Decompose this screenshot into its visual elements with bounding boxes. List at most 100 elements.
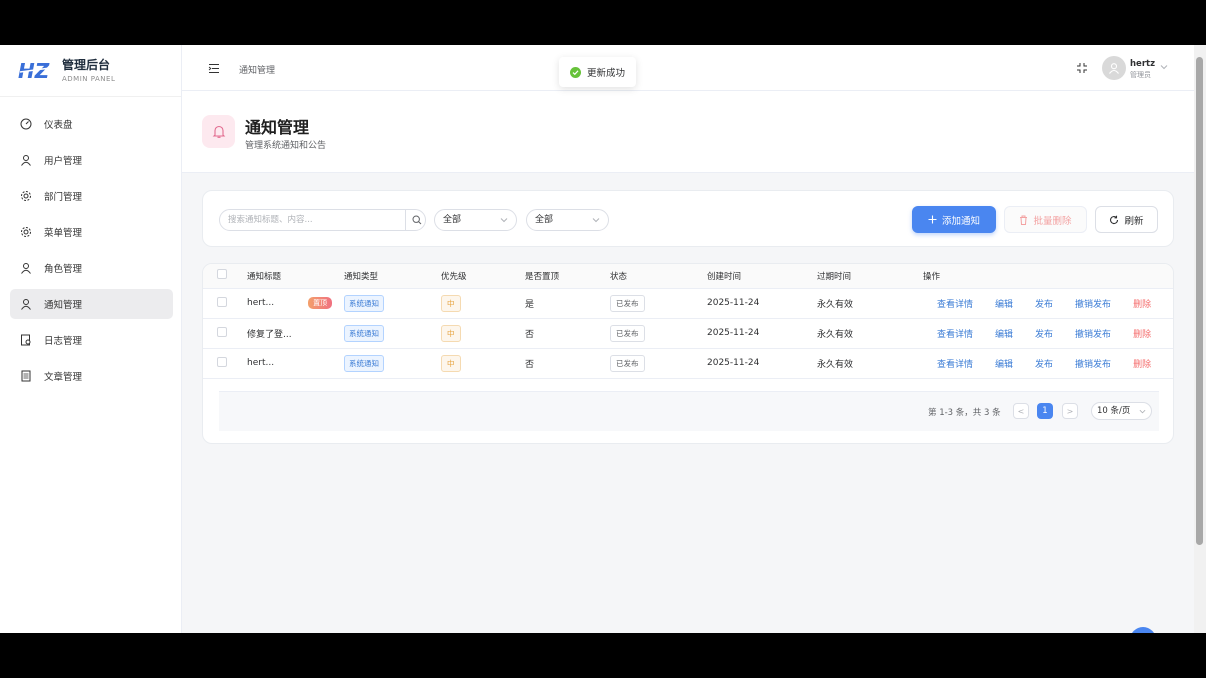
notification-title[interactable]: hert...	[247, 358, 274, 368]
delete-link[interactable]: 删除	[1133, 327, 1151, 340]
status-tag: 已发布	[610, 324, 645, 342]
row-checkbox[interactable]	[217, 326, 227, 337]
check-circle-icon	[570, 66, 581, 78]
column-header[interactable]: 创建时间	[707, 264, 817, 289]
row-checkbox[interactable]	[217, 356, 227, 367]
column-header[interactable]: 通知类型	[344, 264, 441, 289]
page-scrollbar[interactable]	[1194, 45, 1206, 633]
next-page-button[interactable]: >	[1062, 403, 1078, 419]
gear-icon	[20, 226, 32, 238]
hz-logo: HZ	[18, 60, 51, 82]
unpublish-link[interactable]: 撤销发布	[1075, 297, 1111, 310]
view-details-link[interactable]: 查看详情	[937, 357, 973, 370]
sidebar-item-notifications[interactable]: 通知管理	[10, 289, 173, 319]
pinned-value: 否	[525, 348, 610, 379]
created-time: 2025-11-24	[707, 318, 817, 349]
edit-link[interactable]: 编辑	[995, 357, 1013, 370]
column-header[interactable]: 过期时间	[817, 264, 923, 289]
dashboard-icon	[20, 118, 32, 130]
status-filter-value: 全部	[535, 215, 554, 225]
user-icon	[20, 154, 32, 166]
select-all-checkbox[interactable]	[217, 269, 227, 280]
edit-link[interactable]: 编辑	[995, 327, 1013, 340]
unpublish-link[interactable]: 撤销发布	[1075, 357, 1111, 370]
sidebar: HZ 管理后台 ADMIN PANEL 仪表盘 用户管理 部门管理 菜单管理 角…	[0, 45, 182, 633]
notification-title[interactable]: 修复了登...	[247, 330, 292, 340]
type-tag: 系统通知	[344, 354, 384, 372]
type-filter-value: 全部	[443, 215, 462, 225]
user-icon	[20, 298, 32, 310]
edit-link[interactable]: 编辑	[995, 297, 1013, 310]
table-header-row: 通知标题 通知类型 优先级 是否置顶 状态 创建时间 过期时间 操作	[203, 264, 1173, 289]
menu-collapse-icon[interactable]	[208, 63, 220, 74]
sidebar-item-menus[interactable]: 菜单管理	[10, 217, 173, 247]
table-row: 修复了登... 系统通知 中 否 已发布 2025-11-24 永久有效 查看详…	[203, 318, 1173, 349]
sidebar-menu: 仪表盘 用户管理 部门管理 菜单管理 角色管理 通知管理 日志管理 文章管理	[0, 97, 181, 391]
chevron-down-icon	[500, 218, 508, 223]
unpublish-link[interactable]: 撤销发布	[1075, 327, 1111, 340]
prev-page-button[interactable]: <	[1013, 403, 1029, 419]
page-subtitle: 管理系统通知和公告	[245, 141, 327, 151]
sidebar-item-users[interactable]: 用户管理	[10, 145, 173, 175]
column-header[interactable]: 通知标题	[247, 264, 344, 289]
priority-tag: 中	[441, 294, 461, 312]
floating-action-button[interactable]	[1130, 627, 1156, 633]
search-box	[219, 209, 426, 231]
column-header[interactable]: 状态	[610, 264, 707, 289]
notification-title[interactable]: hert...	[247, 298, 274, 308]
search-icon	[411, 215, 421, 225]
notification-table-card: 通知标题 通知类型 优先级 是否置顶 状态 创建时间 过期时间 操作 hert.…	[202, 263, 1174, 444]
log-icon	[20, 334, 32, 346]
publish-link[interactable]: 发布	[1035, 327, 1053, 340]
avatar[interactable]	[1102, 56, 1126, 80]
type-tag: 系统通知	[344, 294, 384, 312]
view-details-link[interactable]: 查看详情	[937, 297, 973, 310]
page-1-button[interactable]: 1	[1037, 403, 1053, 419]
user-name[interactable]: hertz	[1130, 59, 1155, 69]
plus-icon	[928, 215, 937, 224]
gear-icon	[20, 190, 32, 202]
refresh-button[interactable]: 刷新	[1095, 206, 1158, 233]
sidebar-item-articles[interactable]: 文章管理	[10, 361, 173, 391]
sidebar-item-label: 日志管理	[44, 336, 83, 347]
sidebar-item-label: 通知管理	[44, 300, 83, 311]
brand[interactable]: HZ 管理后台 ADMIN PANEL	[0, 45, 181, 97]
sidebar-item-label: 角色管理	[44, 264, 83, 275]
publish-link[interactable]: 发布	[1035, 357, 1053, 370]
status-tag: 已发布	[610, 294, 645, 312]
add-notification-button[interactable]: 添加通知	[912, 206, 996, 233]
column-header[interactable]: 是否置顶	[525, 264, 610, 289]
sidebar-item-label: 部门管理	[44, 192, 83, 203]
pagination-total: 第 1-3 条，共 3 条	[928, 408, 1001, 418]
publish-link[interactable]: 发布	[1035, 297, 1053, 310]
add-notification-label: 添加通知	[941, 215, 980, 227]
row-checkbox[interactable]	[217, 296, 227, 307]
scrollbar-thumb[interactable]	[1196, 57, 1203, 545]
chevron-down-icon[interactable]	[1159, 62, 1169, 72]
view-details-link[interactable]: 查看详情	[937, 327, 973, 340]
batch-delete-button[interactable]: 批量删除	[1004, 206, 1087, 233]
sidebar-item-roles[interactable]: 角色管理	[10, 253, 173, 283]
sidebar-item-departments[interactable]: 部门管理	[10, 181, 173, 211]
sidebar-item-logs[interactable]: 日志管理	[10, 325, 173, 355]
sidebar-item-dashboard[interactable]: 仪表盘	[10, 109, 173, 139]
top-header: 通知管理 hertz 管理员	[182, 45, 1194, 91]
delete-link[interactable]: 删除	[1133, 297, 1151, 310]
user-icon	[20, 262, 32, 274]
table-row: hert... 系统通知 中 否 已发布 2025-11-24 永久有效 查看详…	[203, 348, 1173, 379]
column-header[interactable]: 优先级	[441, 264, 525, 289]
status-filter-select[interactable]: 全部	[526, 209, 609, 231]
page-size-select[interactable]: 10 条/页	[1091, 402, 1152, 420]
status-tag: 已发布	[610, 354, 645, 372]
created-time: 2025-11-24	[707, 288, 817, 319]
breadcrumb[interactable]: 通知管理	[239, 63, 275, 76]
app-screen: HZ 管理后台 ADMIN PANEL 仪表盘 用户管理 部门管理 菜单管理 角…	[0, 45, 1206, 633]
search-button[interactable]	[405, 210, 427, 230]
notification-table: 通知标题 通知类型 优先级 是否置顶 状态 创建时间 过期时间 操作 hert.…	[203, 264, 1173, 379]
sidebar-item-label: 文章管理	[44, 372, 83, 383]
fullscreen-icon[interactable]	[1076, 62, 1088, 74]
delete-link[interactable]: 删除	[1133, 357, 1151, 370]
filter-toolbar: 全部 全部 添加通知 批量删除 刷新	[202, 190, 1174, 247]
type-filter-select[interactable]: 全部	[434, 209, 517, 231]
search-input[interactable]	[228, 213, 408, 227]
